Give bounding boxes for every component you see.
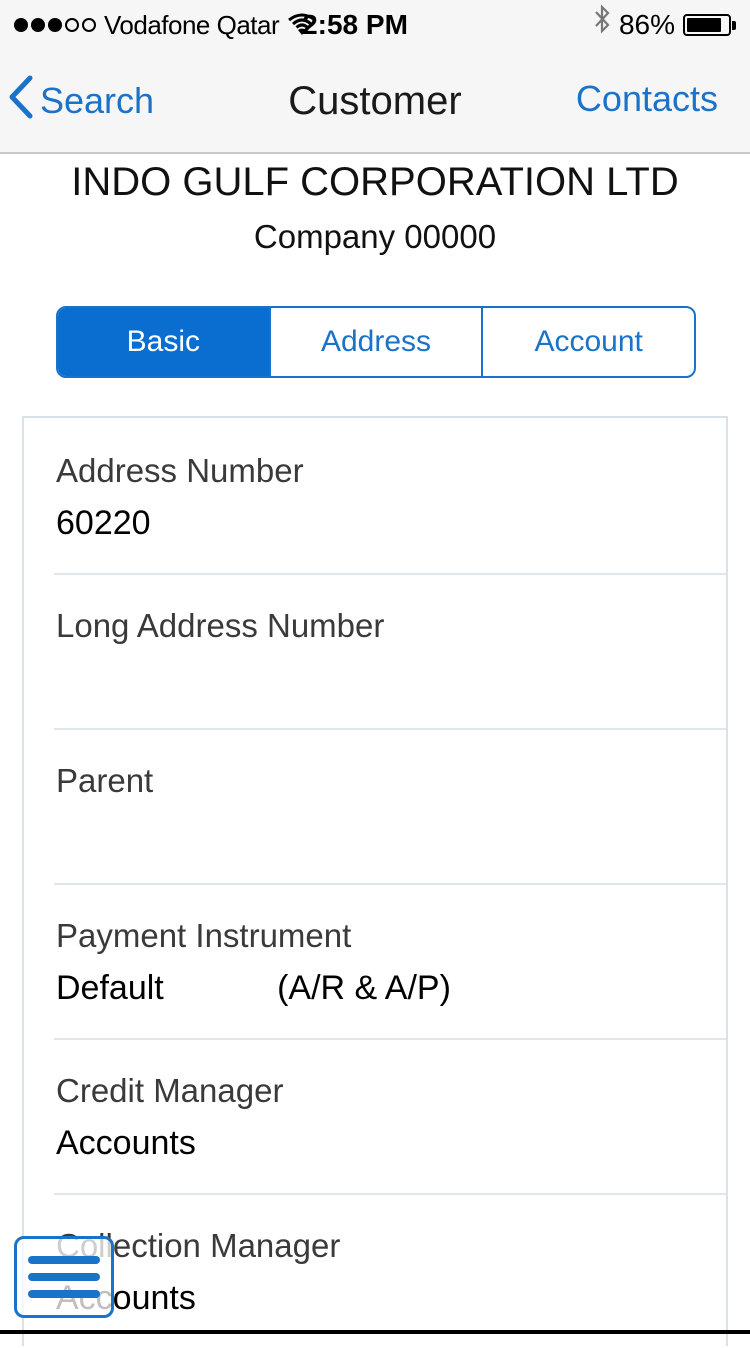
bluetooth-icon (593, 0, 611, 50)
field-label: Payment Instrument (56, 917, 352, 954)
company-subtitle: Company 00000 (253, 218, 497, 255)
tab-address[interactable]: Address (268, 308, 482, 376)
field-long-address-number: Long Address Number (54, 573, 726, 730)
screen-bottom-edge (0, 1330, 750, 1334)
field-value: Accounts (56, 1124, 196, 1162)
tab-bar: Basic Address Account (56, 306, 696, 378)
battery-body (683, 14, 731, 36)
field-address-number: Address Number 60220 (54, 418, 726, 575)
tab-account[interactable]: Account (481, 308, 694, 376)
field-payment-instrument: Payment Instrument Default (A/R & A/P) (54, 883, 726, 1040)
battery-icon (683, 14, 736, 36)
battery-fill (687, 18, 722, 32)
status-time: 2:58 PM (302, 9, 408, 40)
field-label: Long Address Number (56, 607, 385, 644)
menu-bar-line (28, 1290, 100, 1298)
company-name: INDO GULF CORPORATION LTD (71, 160, 679, 204)
hamburger-menu-icon[interactable] (14, 1236, 114, 1318)
field-parent: Parent (54, 728, 726, 885)
field-value: Default (A/R & A/P) (56, 969, 451, 1007)
customer-details-list: Address Number 60220 Long Address Number… (22, 416, 728, 1346)
field-collection-manager: Collection Manager Accounts (54, 1193, 726, 1348)
page-title: Customer (288, 79, 462, 123)
status-bar: Vodafone Qatar 2:58 PM 86% (0, 0, 750, 50)
tab-basic[interactable]: Basic (58, 308, 269, 376)
status-right: 86% (593, 0, 736, 50)
menu-bar-line (28, 1273, 100, 1281)
contacts-button[interactable]: Contacts (576, 50, 718, 152)
field-value: 60220 (56, 504, 151, 542)
navigation-bar: Search Customer Contacts (0, 50, 750, 154)
battery-tip (732, 20, 736, 30)
battery-percent: 86% (618, 9, 675, 40)
menu-bar-line (28, 1256, 100, 1264)
field-label: Address Number (56, 452, 304, 489)
field-label: Credit Manager (56, 1072, 284, 1109)
field-label: Parent (56, 762, 154, 799)
field-credit-manager: Credit Manager Accounts (54, 1038, 726, 1195)
